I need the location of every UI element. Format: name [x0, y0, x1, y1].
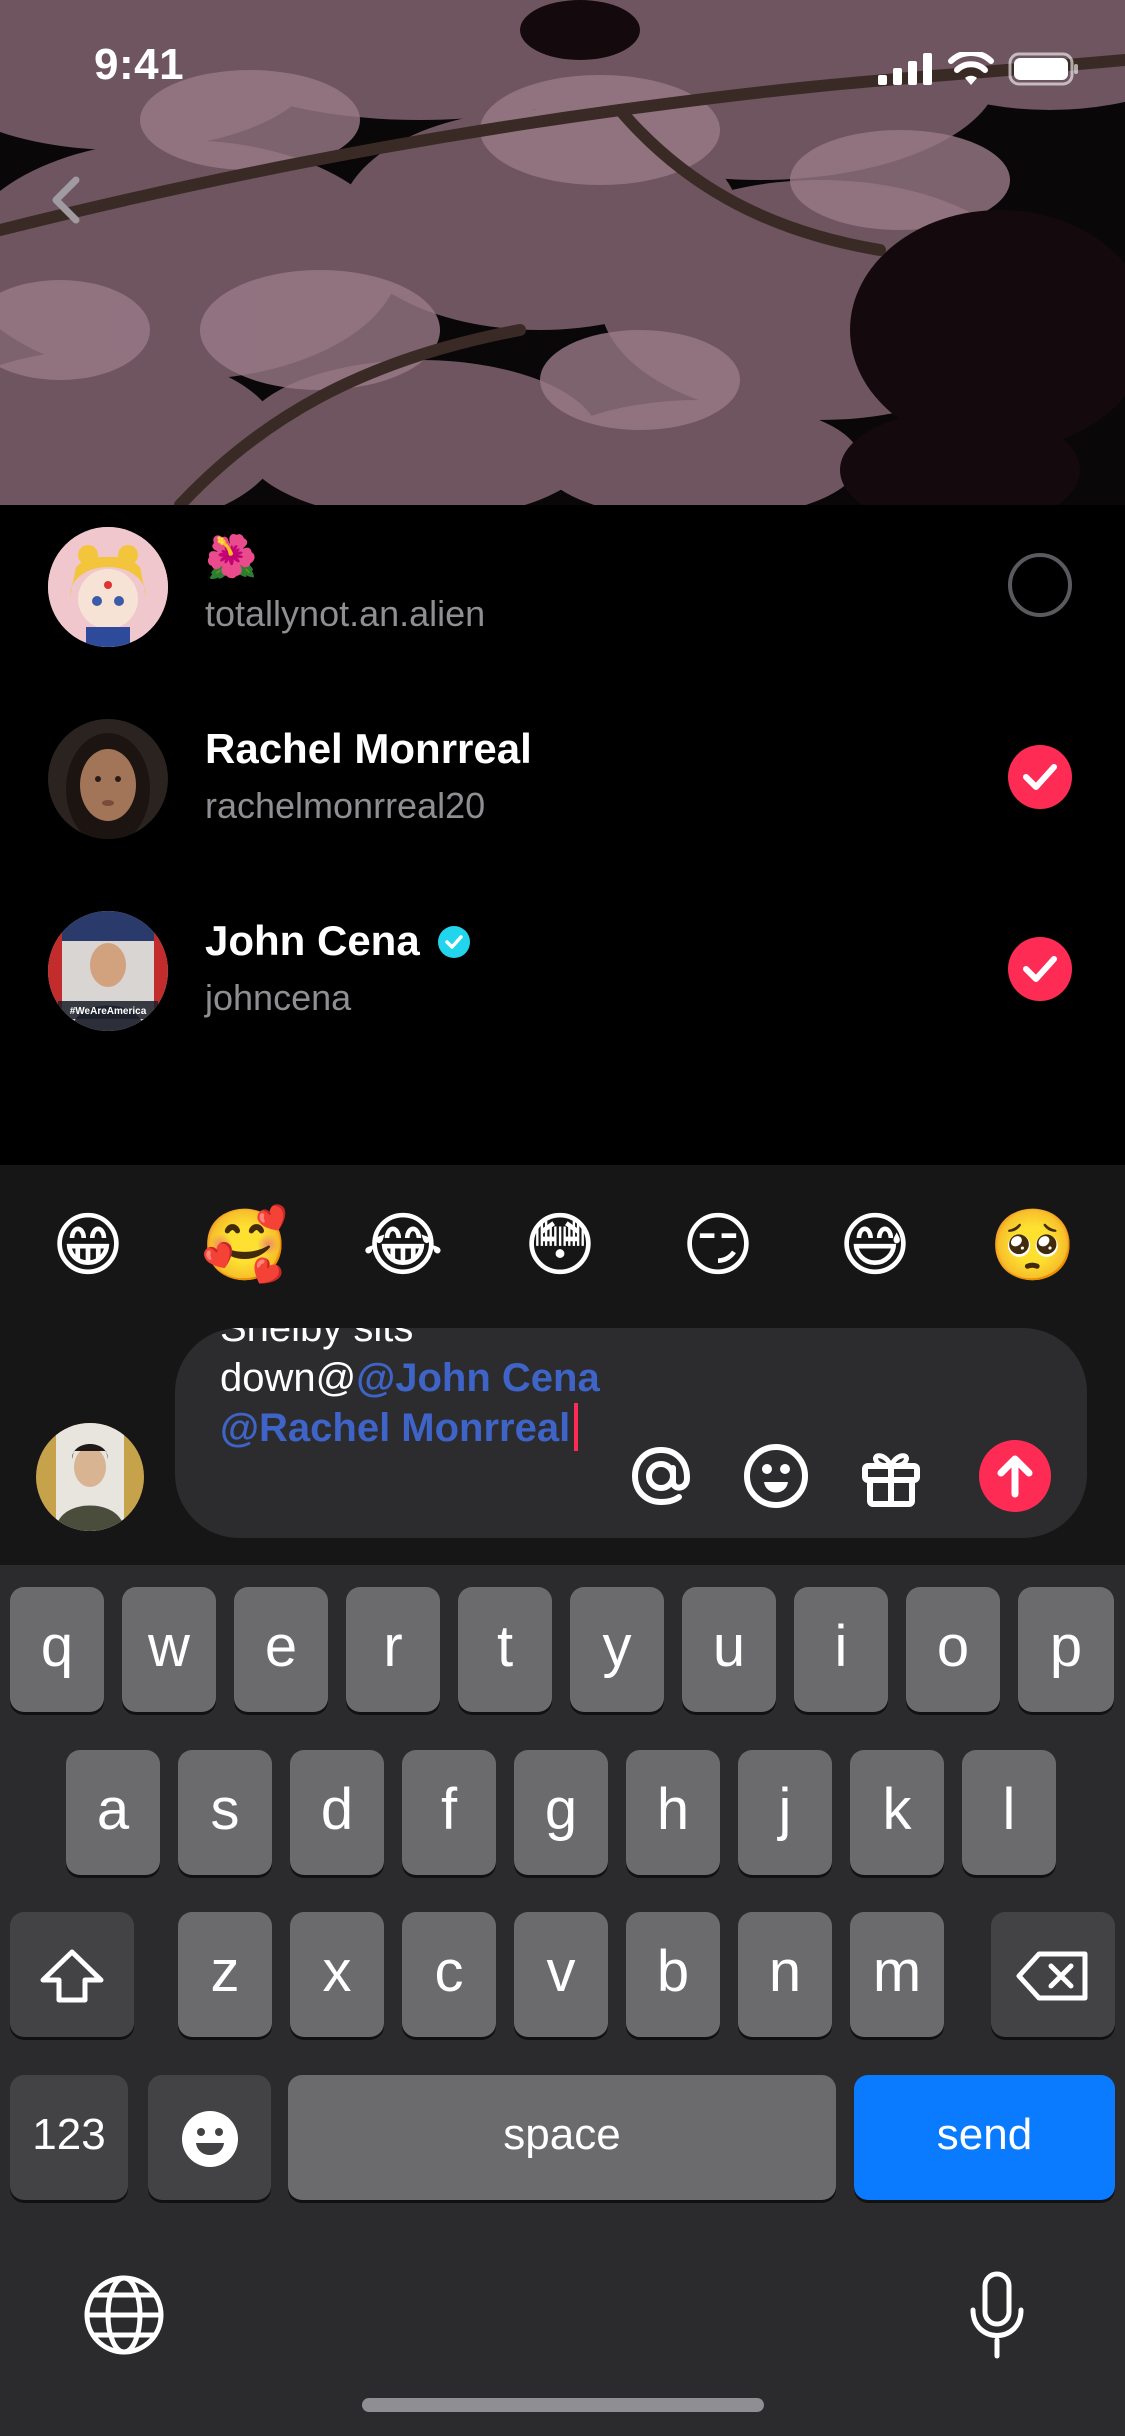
- key-a[interactable]: a: [66, 1750, 160, 1875]
- mention-row-totallynot[interactable]: 🌺 totallynot.an.alien: [0, 505, 1125, 665]
- emoji-flushed[interactable]: 😳: [515, 1205, 605, 1285]
- space-key[interactable]: space: [288, 2075, 836, 2200]
- key-i[interactable]: i: [794, 1587, 888, 1712]
- key-t[interactable]: t: [458, 1587, 552, 1712]
- mention-row-rachel[interactable]: Rachel Monrreal rachelmonrreal20: [0, 697, 1125, 857]
- key-s[interactable]: s: [178, 1750, 272, 1875]
- checkmark-icon: [1023, 764, 1057, 790]
- my-avatar: [36, 1423, 144, 1531]
- select-checkbox-unchecked[interactable]: [1008, 553, 1072, 617]
- emoji-sweat-smile[interactable]: 😅: [830, 1205, 920, 1285]
- key-m[interactable]: m: [850, 1912, 944, 2037]
- key-b[interactable]: b: [626, 1912, 720, 2037]
- key-n[interactable]: n: [738, 1912, 832, 2037]
- key-h[interactable]: h: [626, 1750, 720, 1875]
- avatar-caption: #WeAreAmerica: [70, 1006, 147, 1017]
- shift-icon: [40, 1949, 104, 2003]
- emoji-grin[interactable]: 😁: [43, 1205, 133, 1285]
- key-o[interactable]: o: [906, 1587, 1000, 1712]
- user-name-text: John Cena: [205, 917, 420, 964]
- status-icons: [878, 52, 1080, 86]
- key-d[interactable]: d: [290, 1750, 384, 1875]
- chevron-left-icon: [52, 176, 80, 224]
- mention-button[interactable]: [625, 1440, 697, 1512]
- at-sign-icon: [631, 1446, 691, 1506]
- globe-icon: [84, 2275, 164, 2355]
- select-checkbox-checked[interactable]: [1008, 937, 1072, 1001]
- microphone-icon: [970, 2271, 1024, 2359]
- key-u[interactable]: u: [682, 1587, 776, 1712]
- comment-input[interactable]: Shelby sits down@@John Cena @Rachel Monr…: [175, 1328, 1087, 1538]
- key-f[interactable]: f: [402, 1750, 496, 1875]
- select-checkbox-checked[interactable]: [1008, 745, 1072, 809]
- avatar: [48, 719, 168, 839]
- home-indicator[interactable]: [362, 2398, 764, 2412]
- key-l[interactable]: l: [962, 1750, 1056, 1875]
- emoji-smiling-hearts[interactable]: 🥰: [200, 1205, 290, 1285]
- comment-text[interactable]: Shelby sits down@@John Cena @Rachel Monr…: [220, 1328, 620, 1453]
- user-handle: johncena: [205, 977, 352, 1018]
- arrow-up-icon: [997, 1455, 1033, 1498]
- gift-icon: [862, 1453, 920, 1507]
- globe-key[interactable]: [82, 2273, 166, 2362]
- key-c[interactable]: c: [402, 1912, 496, 2037]
- key-p[interactable]: p: [1018, 1587, 1114, 1712]
- comment-input-row: Shelby sits down@@John Cena @Rachel Monr…: [0, 1325, 1125, 1565]
- key-x[interactable]: x: [290, 1912, 384, 2037]
- signal-icon: [878, 53, 932, 85]
- key-w[interactable]: w: [122, 1587, 216, 1712]
- text-cursor: [574, 1403, 579, 1451]
- emoji-quick-bar: 😁 🥰 😂 😳 😏 😅 🥺: [0, 1165, 1125, 1325]
- checkmark-icon: [1023, 956, 1057, 982]
- delete-key[interactable]: [991, 1912, 1115, 2037]
- key-r[interactable]: r: [346, 1587, 440, 1712]
- backspace-icon: [1016, 1951, 1088, 2001]
- key-g[interactable]: g: [514, 1750, 608, 1875]
- user-name: 🌺: [205, 533, 258, 580]
- emoji-pleading[interactable]: 🥺: [988, 1205, 1078, 1285]
- mention-tag-john[interactable]: @John Cena: [356, 1356, 599, 1400]
- avatar: #WeAreAmerica: [48, 911, 168, 1031]
- emoji-keyboard-key[interactable]: [148, 2075, 271, 2200]
- verified-badge-icon: [438, 926, 471, 958]
- send-button[interactable]: [979, 1440, 1051, 1512]
- key-j[interactable]: j: [738, 1750, 832, 1875]
- shift-key[interactable]: [10, 1912, 134, 2037]
- key-z[interactable]: z: [178, 1912, 272, 2037]
- key-k[interactable]: k: [850, 1750, 944, 1875]
- user-name: Rachel Monrreal: [205, 725, 532, 772]
- back-button[interactable]: [42, 170, 92, 230]
- mention-row-john[interactable]: #WeAreAmerica John Cena johncena: [0, 889, 1125, 1049]
- emoji-smirk[interactable]: 😏: [673, 1205, 763, 1285]
- status-time: 9:41: [94, 40, 185, 89]
- key-v[interactable]: v: [514, 1912, 608, 2037]
- send-key[interactable]: send: [854, 2075, 1115, 2200]
- key-y[interactable]: y: [570, 1587, 664, 1712]
- mention-tag-rachel[interactable]: @Rachel Monrreal: [220, 1406, 570, 1450]
- mention-suggestions: 🌺 totallynot.an.alien Rachel Monrreal ra…: [0, 505, 1125, 1165]
- numbers-key[interactable]: 123: [10, 2075, 128, 2200]
- wifi-icon: [948, 52, 994, 85]
- user-name: John Cena: [205, 917, 471, 965]
- emoji-icon: [181, 2110, 238, 2167]
- smiley-icon: [744, 1444, 808, 1508]
- battery-icon: [1008, 52, 1078, 86]
- gift-button[interactable]: [855, 1440, 927, 1512]
- keyboard: q w e r t y u i o p a s d f g h j k l z …: [0, 1565, 1125, 2436]
- dictation-key[interactable]: [965, 2270, 1029, 2365]
- user-handle: totallynot.an.alien: [205, 593, 486, 634]
- avatar: [48, 527, 168, 647]
- key-q[interactable]: q: [10, 1587, 104, 1712]
- key-e[interactable]: e: [234, 1587, 328, 1712]
- user-handle: rachelmonrreal20: [205, 785, 486, 826]
- emoji-button[interactable]: [740, 1440, 812, 1512]
- emoji-joy[interactable]: 😂: [358, 1205, 448, 1285]
